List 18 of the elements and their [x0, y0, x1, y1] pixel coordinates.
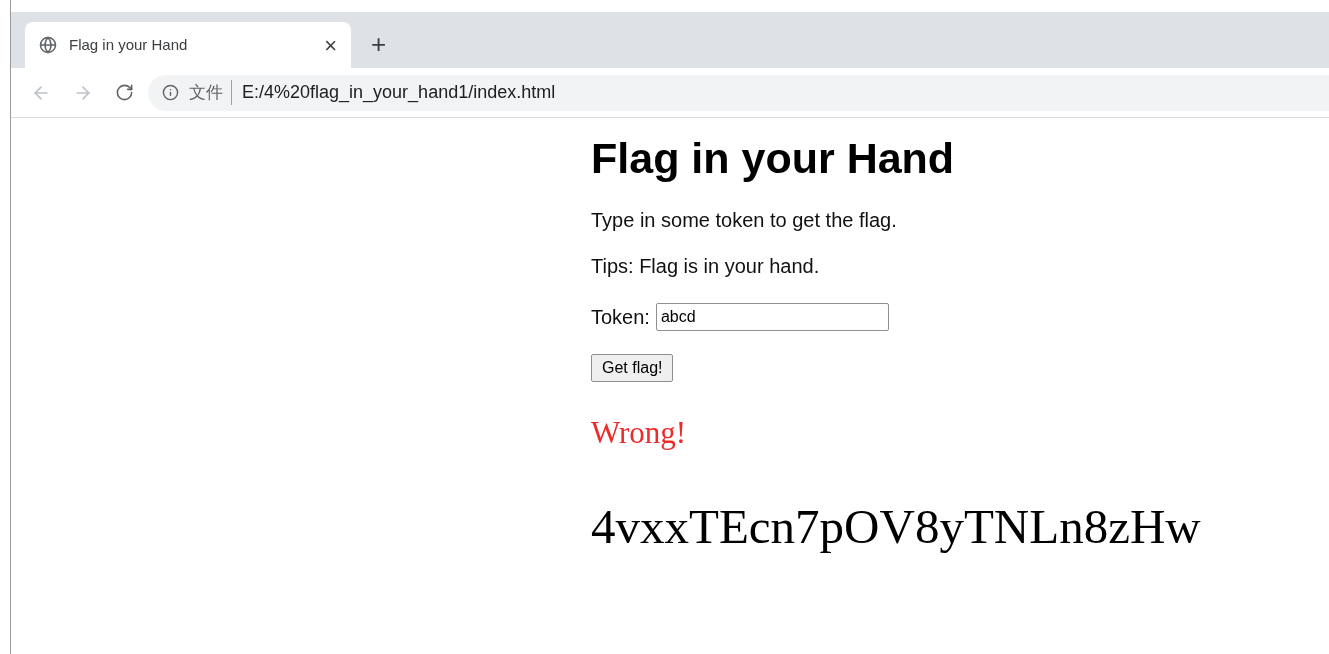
- scheme-label: 文件: [189, 79, 232, 106]
- paragraph: Type in some token to get the flag.: [591, 207, 897, 232]
- page-heading: Flag in your Hand: [591, 133, 955, 184]
- globe-icon: [39, 36, 57, 54]
- new-tab-button[interactable]: +: [371, 24, 387, 64]
- token-label: Token:: [591, 304, 650, 330]
- result-message: Wrong!: [591, 413, 687, 452]
- url-text: E:/4%20flag_in_your_hand1/index.html: [242, 81, 556, 105]
- token-field[interactable]: abcd: [655, 302, 889, 331]
- address-bar[interactable]: 文件 E:/4%20flag_in_your_hand1/index.html: [148, 74, 1329, 111]
- browser-tab[interactable]: Flag in your Hand ×: [25, 22, 351, 68]
- paragraph: Tips: Flag is in your hand.: [591, 253, 820, 278]
- close-button[interactable]: ×: [324, 28, 337, 62]
- tab-title: Flag in your Hand: [69, 34, 189, 55]
- get-flag-button[interactable]: Get flag!: [591, 353, 674, 382]
- reload-icon[interactable]: [115, 83, 134, 102]
- info-icon: [162, 84, 179, 101]
- flag-text: 4vxxTEcn7pOV8yTNLn8zHw: [591, 498, 1201, 557]
